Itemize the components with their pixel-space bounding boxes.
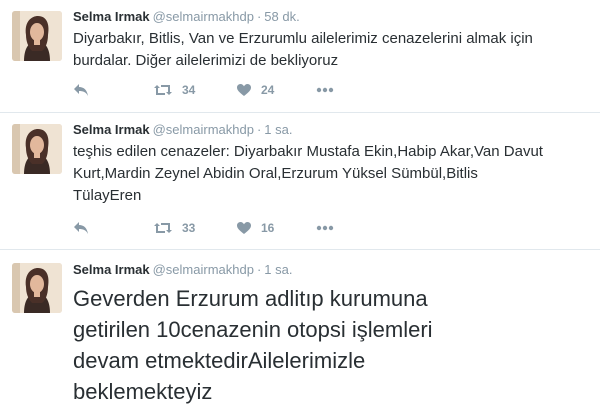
more-icon: [316, 225, 334, 231]
avatar[interactable]: [12, 11, 62, 61]
tweet-header: Selma Irmak @selmairmakhdp · 1 sa.: [73, 122, 292, 138]
avatar[interactable]: [12, 263, 62, 313]
timestamp[interactable]: 1 sa.: [264, 262, 292, 277]
tweet-actions: 34 24: [73, 81, 373, 101]
reply-icon: [73, 221, 89, 235]
retweet-button[interactable]: 34: [153, 81, 195, 99]
retweet-icon: [153, 221, 173, 235]
retweet-button[interactable]: 33: [153, 219, 195, 237]
more-button[interactable]: [316, 219, 334, 237]
tweet-actions: 33 16: [73, 219, 373, 239]
reply-icon: [73, 83, 89, 97]
more-icon: [316, 87, 334, 93]
tweet[interactable]: Selma Irmak @selmairmakhdp · 58 dk. Diyarba…: [0, 0, 600, 113]
tweet[interactable]: Selma Irmak @selmairmakhdp · 1 sa. Geverden…: [0, 250, 600, 417]
heart-icon: [236, 221, 252, 235]
author-handle[interactable]: @selmairmakhdp: [153, 122, 254, 137]
timestamp[interactable]: 58 dk.: [264, 9, 299, 24]
separator-dot: ·: [256, 262, 262, 277]
author-handle[interactable]: @selmairmakhdp: [153, 262, 254, 277]
like-count: 16: [261, 221, 275, 235]
separator-dot: ·: [256, 9, 262, 24]
reply-button[interactable]: [73, 81, 89, 99]
author-name[interactable]: Selma Irmak: [73, 122, 150, 137]
tweet-text: Geverden Erzurum adlitıp kurumuna getiri…: [73, 286, 433, 404]
heart-icon: [236, 83, 252, 97]
avatar[interactable]: [12, 124, 62, 174]
tweet-text: Diyarbakır, Bitlis, Van ve Erzurumlu ail…: [73, 30, 533, 69]
author-handle[interactable]: @selmairmakhdp: [153, 9, 254, 24]
author-name[interactable]: Selma Irmak: [73, 262, 150, 277]
like-button[interactable]: 24: [236, 81, 274, 99]
retweet-icon: [153, 83, 173, 97]
separator-dot: ·: [256, 122, 262, 137]
timeline: Selma Irmak @selmairmakhdp · 58 dk. Diyarba…: [0, 0, 600, 417]
timestamp[interactable]: 1 sa.: [264, 122, 292, 137]
tweet-text: teşhis edilen cenazeler: Diyarbakır Must…: [73, 143, 543, 204]
like-button[interactable]: 16: [236, 219, 274, 237]
more-button[interactable]: [316, 81, 334, 99]
reply-button[interactable]: [73, 219, 89, 237]
like-count: 24: [261, 83, 275, 97]
tweet-header: Selma Irmak @selmairmakhdp · 1 sa.: [73, 262, 292, 278]
retweet-count: 34: [182, 83, 196, 97]
tweet-header: Selma Irmak @selmairmakhdp · 58 dk.: [73, 9, 300, 25]
tweet[interactable]: Selma Irmak @selmairmakhdp · 1 sa. teşhis e…: [0, 113, 600, 250]
retweet-count: 33: [182, 221, 196, 235]
author-name[interactable]: Selma Irmak: [73, 9, 150, 24]
